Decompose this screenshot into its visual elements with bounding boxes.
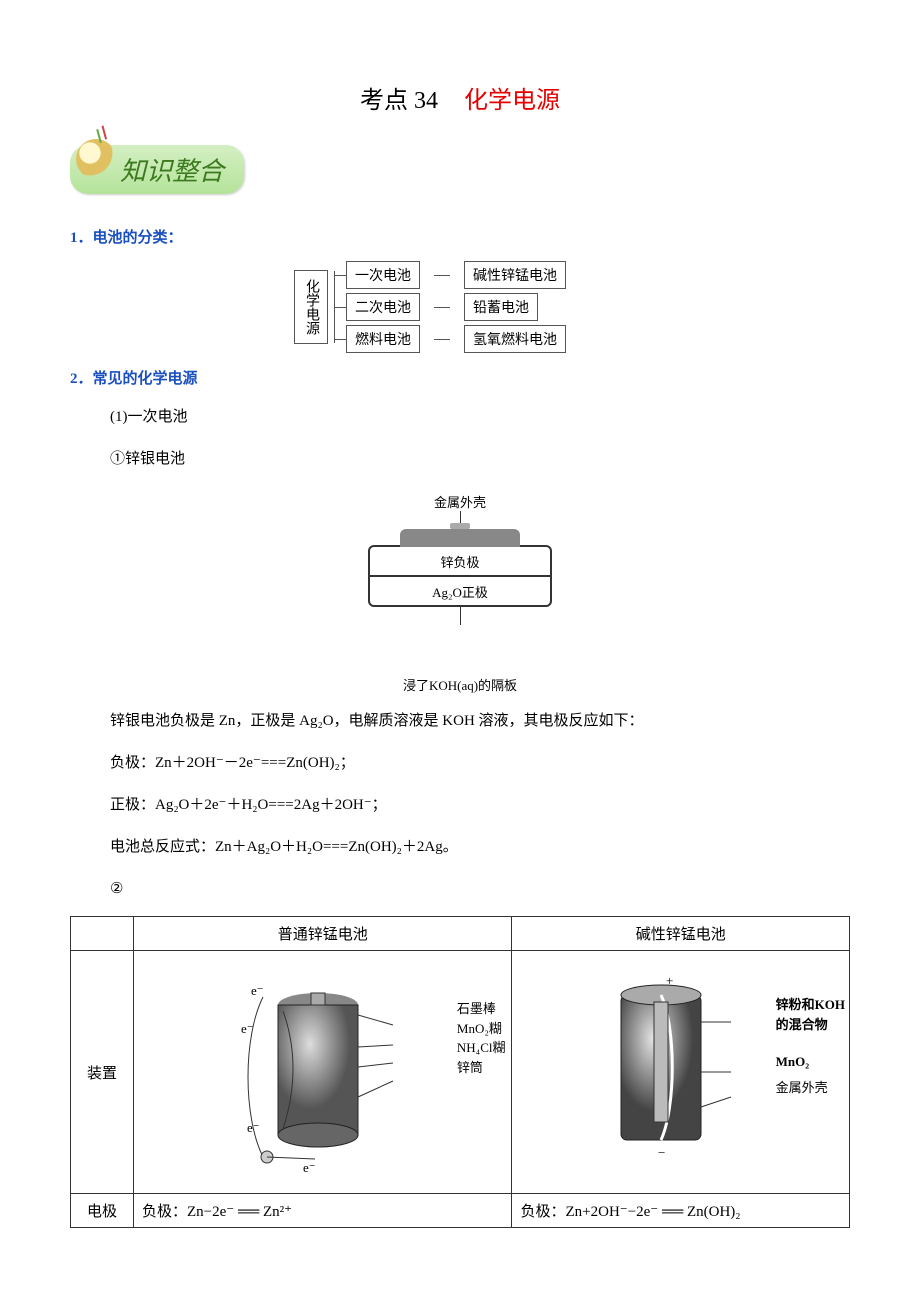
label-znkoh-1: 锌粉和KOH (776, 997, 845, 1012)
svg-text:e⁻: e⁻ (241, 1021, 254, 1036)
battery-comparison-table: 普通锌锰电池 碱性锌锰电池 装置 e⁻ e⁻ e⁻ e⁻ (70, 916, 850, 1228)
electrode-eq-ordinary: 负极：Zn−2e⁻ ══ Zn²⁺ (134, 1194, 512, 1228)
device-alkaline: + − 锌粉和KOH 的混合物 MnO₂ 金属外壳 (512, 951, 850, 1194)
label-mno2-alk: MnO₂ (776, 1054, 810, 1069)
label-graphite: 石墨棒 (457, 999, 506, 1019)
label-mno2: MnO₂糊 (457, 1019, 506, 1039)
svg-text:e⁻: e⁻ (303, 1160, 316, 1175)
classification-tree: 化学电源 一次电池 碱性锌锰电池 二次电池 铅蓄电池 燃料电池 氢氧燃料电池 (70, 261, 850, 353)
label-nh4cl: NH₄Cl糊 (457, 1038, 506, 1058)
diagram-bottom-label: 浸了KOH(aq)的隔板 (70, 675, 850, 694)
tree-node: 氢氧燃料电池 (464, 325, 566, 353)
heading-classification: 1．电池的分类： (70, 226, 850, 247)
label-znkoh-2: 的混合物 (776, 1017, 828, 1032)
alkaline-battery-icon: + − (566, 967, 796, 1177)
diagram-band-cathode: Ag₂O正极 (370, 577, 550, 605)
sub-1b: ② (110, 874, 850, 904)
tree-root: 化学电源 (294, 270, 328, 344)
title-prefix: 考点 34 (360, 88, 438, 114)
col-header-alkaline: 碱性锌锰电池 (512, 917, 850, 951)
diagram-top-label: 金属外壳 (70, 492, 850, 511)
title-main: 化学电源 (464, 88, 560, 114)
zinc-silver-diagram: 金属外壳 锌负极 Ag₂O正极 浸了KOH(aq)的隔板 (70, 492, 850, 694)
equation-anode: 负极：Zn＋2OH⁻－2e⁻===Zn(OH)₂； (110, 748, 850, 778)
col-header-ordinary: 普通锌锰电池 (134, 917, 512, 951)
section-badge: 知识整合 (70, 145, 244, 194)
sub-1a: ①锌银电池 (110, 444, 850, 474)
heading-common-sources: 2．常见的化学电源 (70, 367, 850, 388)
tree-node: 碱性锌锰电池 (464, 261, 566, 289)
paragraph: 锌银电池负极是 Zn，正极是 Ag₂O，电解质溶液是 KOH 溶液，其电极反应如… (110, 706, 850, 736)
row-header-device: 装置 (71, 951, 134, 1194)
tree-node: 铅蓄电池 (464, 293, 538, 321)
ordinary-battery-icon: e⁻ e⁻ e⁻ e⁻ (193, 967, 453, 1177)
svg-text:e⁻: e⁻ (251, 983, 264, 998)
row-header-electrode: 电极 (71, 1194, 134, 1228)
table-corner (71, 917, 134, 951)
svg-text:−: − (658, 1145, 665, 1160)
tree-node: 燃料电池 (346, 325, 420, 353)
label-metal-shell: 金属外壳 (776, 1078, 845, 1098)
tree-node: 二次电池 (346, 293, 420, 321)
equation-overall: 电池总反应式：Zn＋Ag₂O＋H₂O===Zn(OH)₂＋2Ag。 (110, 832, 850, 862)
sub-1: (1)一次电池 (110, 402, 850, 432)
equation-cathode: 正极：Ag₂O＋2e⁻＋H₂O===2Ag＋2OH⁻； (110, 790, 850, 820)
diagram-band-anode: 锌负极 (370, 547, 550, 577)
device-ordinary: e⁻ e⁻ e⁻ e⁻ 石墨棒 MnO₂糊 NH₄Cl糊 锌筒 (134, 951, 512, 1194)
label-zinc-can: 锌筒 (457, 1058, 506, 1078)
electrode-eq-alkaline: 负极：Zn+2OH⁻−2e⁻ ══ Zn(OH)₂ (512, 1194, 850, 1228)
svg-text:e⁻: e⁻ (247, 1120, 260, 1135)
tree-node: 一次电池 (346, 261, 420, 289)
